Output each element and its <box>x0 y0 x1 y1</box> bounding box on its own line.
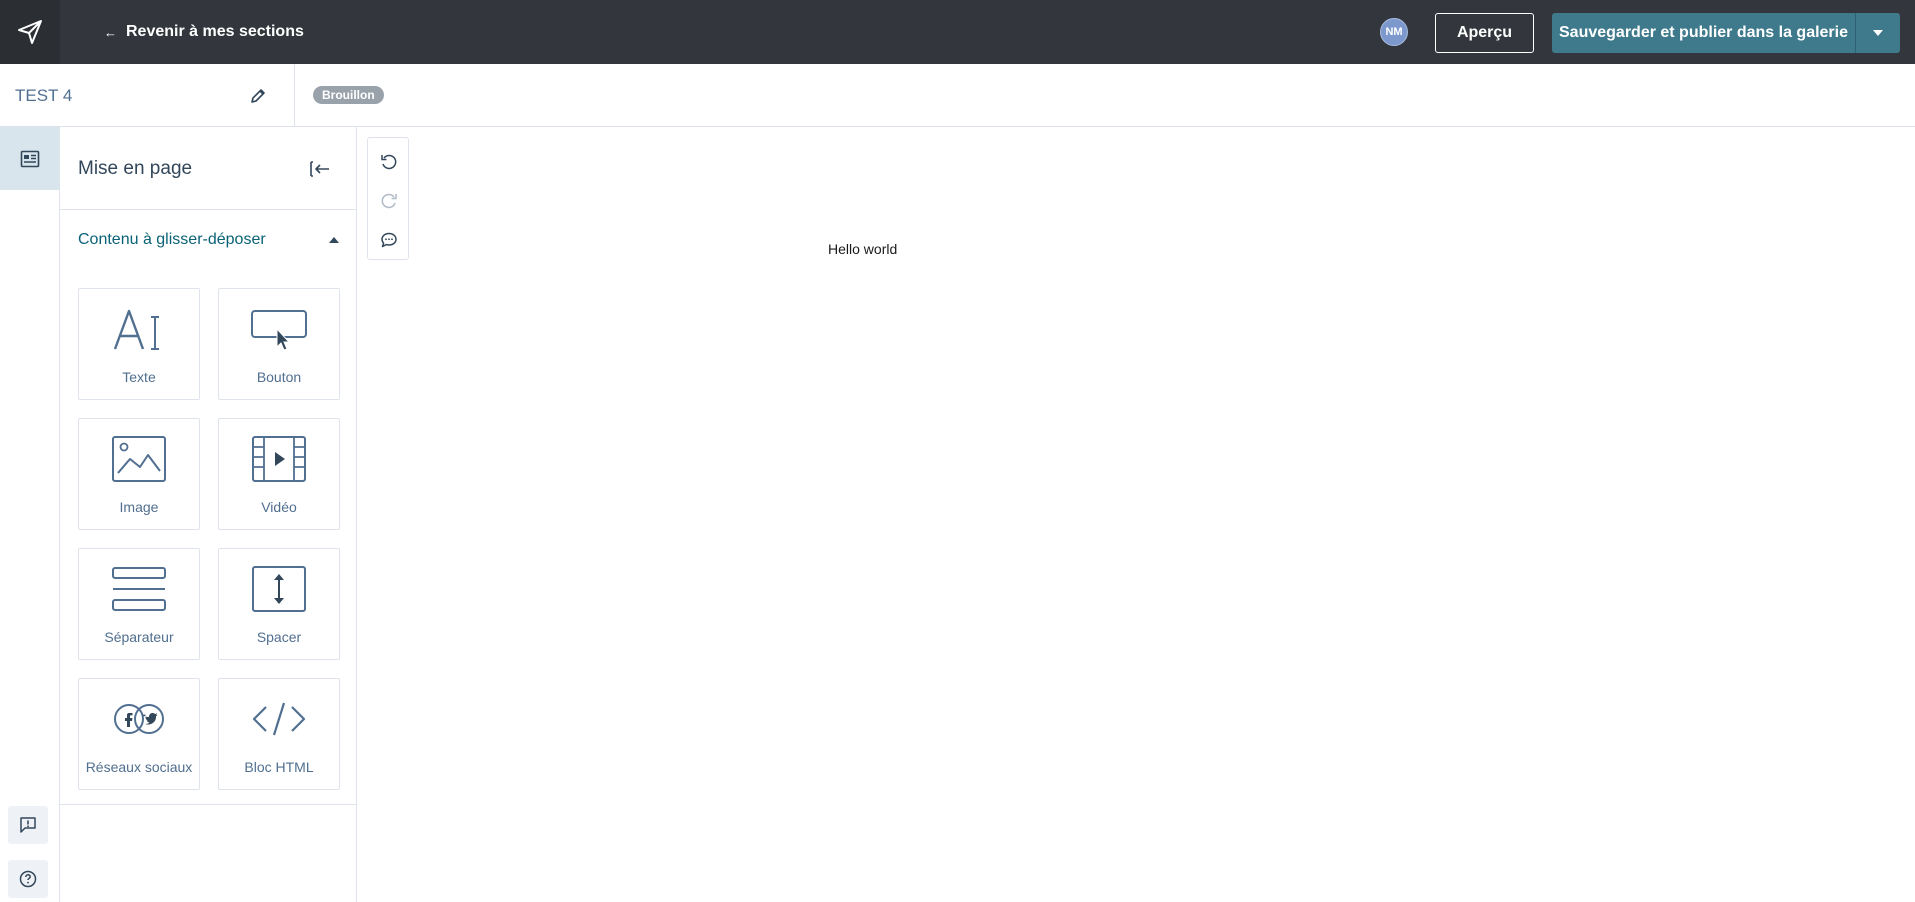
save-publish-button[interactable]: Sauvegarder et publier dans la galerie <box>1552 13 1855 53</box>
module-tile-html[interactable]: Bloc HTML <box>218 678 340 790</box>
redo-icon <box>381 193 397 209</box>
tile-label: Bloc HTML <box>244 759 314 775</box>
caret-down-icon <box>1873 30 1883 36</box>
layout-panel: Mise en page Contenu à glisser-déposer T… <box>60 127 357 902</box>
drag-drop-section-toggle[interactable]: Contenu à glisser-déposer <box>60 211 357 269</box>
divider <box>60 804 357 805</box>
tile-label: Vidéo <box>261 499 297 515</box>
module-tile-video[interactable]: Vidéo <box>218 418 340 530</box>
document-name: TEST 4 <box>15 85 73 105</box>
module-tile-text[interactable]: Texte <box>78 288 200 400</box>
spacer-icon <box>219 563 339 615</box>
section-label: Contenu à glisser-déposer <box>78 231 266 248</box>
module-tile-social[interactable]: Réseaux sociaux <box>78 678 200 790</box>
preview-button[interactable]: Aperçu <box>1435 13 1534 53</box>
image-icon <box>79 433 199 485</box>
divider <box>294 64 295 127</box>
comment-icon <box>381 232 397 248</box>
back-to-sections-link[interactable]: ← Revenir à mes sections <box>104 0 304 64</box>
tile-label: Spacer <box>256 629 302 645</box>
edit-name-button[interactable] <box>246 84 270 108</box>
divider-icon <box>79 563 199 615</box>
comments-button[interactable] <box>376 227 402 253</box>
tile-label: Bouton <box>256 369 302 385</box>
layout-icon <box>20 150 40 167</box>
publish-options-button[interactable] <box>1855 13 1900 53</box>
video-icon <box>219 433 339 485</box>
help-icon <box>19 870 37 888</box>
social-icon <box>79 693 199 745</box>
module-tile-button[interactable]: Bouton <box>218 288 340 400</box>
panel-title: Mise en page <box>78 157 193 179</box>
left-rail <box>0 127 60 902</box>
undo-icon <box>381 154 397 170</box>
collapse-left-icon <box>310 161 329 177</box>
back-link-label: Revenir à mes sections <box>126 23 304 40</box>
redo-button[interactable] <box>376 188 402 214</box>
pencil-icon <box>251 89 265 103</box>
text-icon <box>79 303 199 355</box>
canvas-text-content[interactable]: Hello world <box>828 241 897 257</box>
send-icon <box>18 20 42 44</box>
top-bar: ← Revenir à mes sections NM Aperçu Sauve… <box>0 0 1915 64</box>
feedback-icon <box>20 817 36 833</box>
status-badge: Brouillon <box>313 86 384 104</box>
caret-up-icon <box>329 237 339 243</box>
tile-label: Texte <box>122 369 156 385</box>
arrow-left-icon: ← <box>104 24 117 40</box>
collapse-panel-button[interactable] <box>306 155 334 183</box>
undo-button[interactable] <box>376 149 402 175</box>
module-tile-divider[interactable]: Séparateur <box>78 548 200 660</box>
button-icon <box>219 303 339 355</box>
panel-header: Mise en page <box>60 127 357 210</box>
tile-label: Image <box>119 499 159 515</box>
feedback-button[interactable] <box>8 806 48 844</box>
history-toolbar <box>367 137 409 260</box>
avatar[interactable]: NM <box>1380 18 1408 46</box>
module-tile-image[interactable]: Image <box>78 418 200 530</box>
help-button[interactable] <box>8 860 48 898</box>
app-logo[interactable] <box>0 0 60 64</box>
module-tile-spacer[interactable]: Spacer <box>218 548 340 660</box>
rail-item-layout[interactable] <box>0 127 60 190</box>
html-icon <box>219 693 339 745</box>
tile-label: Réseaux sociaux <box>85 759 193 775</box>
document-bar: TEST 4 Brouillon <box>0 64 1915 127</box>
tile-label: Séparateur <box>104 629 174 645</box>
